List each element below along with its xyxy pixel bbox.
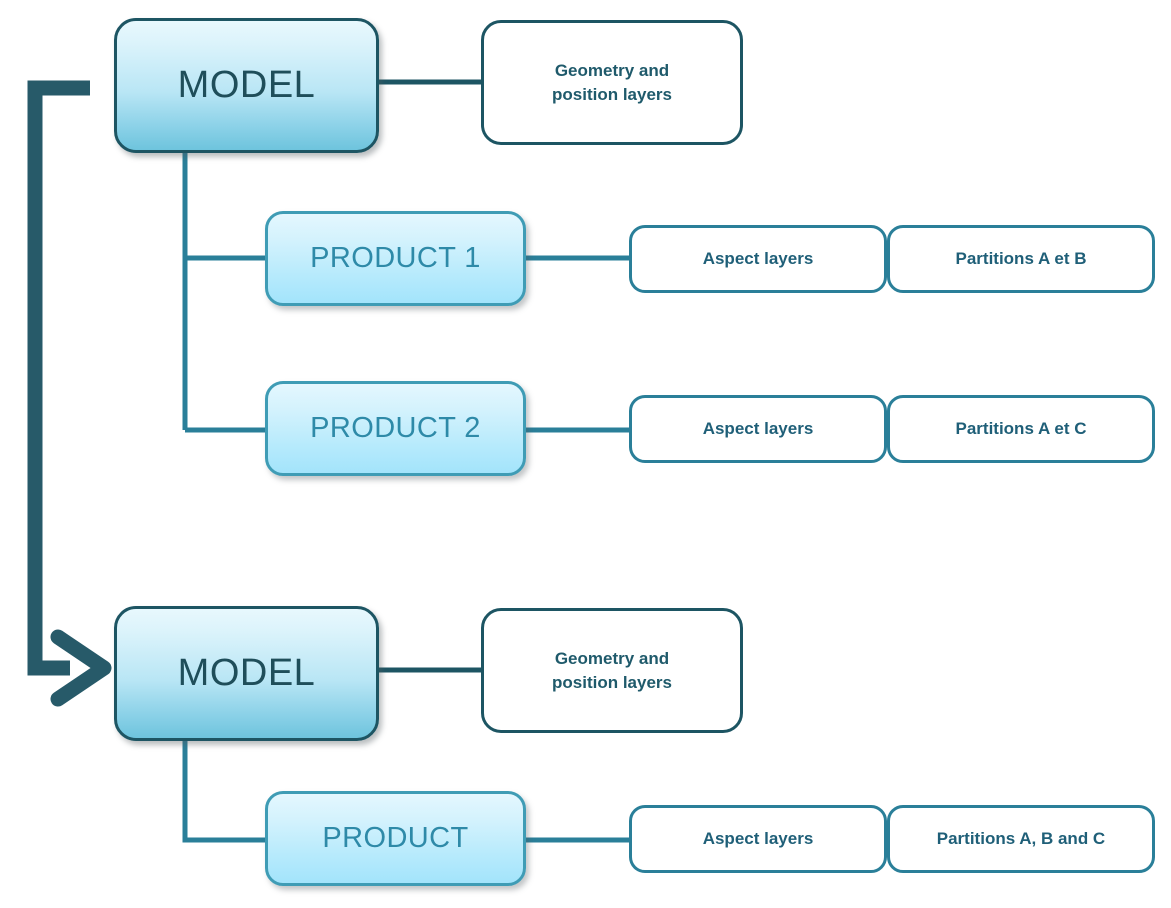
model-box-top[interactable]: MODEL xyxy=(114,18,379,153)
partitions-label-product3: Partitions A, B and C xyxy=(936,828,1106,848)
aspect-layers-box-product3[interactable]: Aspect layers xyxy=(629,805,887,873)
aspect-layers-box-product1[interactable]: Aspect layers xyxy=(629,225,887,293)
geometry-line-2: position layers xyxy=(552,84,672,104)
geometry-line-2-bottom: position layers xyxy=(552,672,672,692)
partitions-label-product2: Partitions A et C xyxy=(955,418,1087,438)
aspect-layers-label-product1: Aspect layers xyxy=(702,248,814,268)
product-box-3-label: PRODUCT xyxy=(322,822,469,854)
connector-model2-trunk xyxy=(182,740,268,843)
model-box-bottom-label: MODEL xyxy=(177,652,316,694)
geometry-position-layers-label-bottom: Geometry and position layers xyxy=(552,647,672,695)
geometry-line-1: Geometry and xyxy=(554,60,670,80)
diagram-canvas: MODEL Geometry and position layers PRODU… xyxy=(0,0,1171,908)
product-box-1-label: PRODUCT 1 xyxy=(310,242,481,274)
partitions-box-product1[interactable]: Partitions A et B xyxy=(887,225,1155,293)
partitions-label-product1: Partitions A et B xyxy=(955,248,1087,268)
model-box-bottom[interactable]: MODEL xyxy=(114,606,379,741)
geometry-position-layers-box-top[interactable]: Geometry and position layers xyxy=(481,20,743,145)
merge-arrow-icon xyxy=(27,80,112,707)
product-box-2[interactable]: PRODUCT 2 xyxy=(265,381,526,476)
geometry-position-layers-box-bottom[interactable]: Geometry and position layers xyxy=(481,608,743,733)
aspect-layers-label-product2: Aspect layers xyxy=(702,418,814,438)
geometry-line-1-bottom: Geometry and xyxy=(554,648,670,668)
product-box-3[interactable]: PRODUCT xyxy=(265,791,526,886)
model-box-top-label: MODEL xyxy=(177,64,316,106)
aspect-layers-box-product2[interactable]: Aspect layers xyxy=(629,395,887,463)
aspect-layers-label-product3: Aspect layers xyxy=(702,828,814,848)
product-box-2-label: PRODUCT 2 xyxy=(310,412,481,444)
product-box-1[interactable]: PRODUCT 1 xyxy=(265,211,526,306)
partitions-box-product2[interactable]: Partitions A et C xyxy=(887,395,1155,463)
partitions-box-product3[interactable]: Partitions A, B and C xyxy=(887,805,1155,873)
geometry-position-layers-label-top: Geometry and position layers xyxy=(552,59,672,107)
